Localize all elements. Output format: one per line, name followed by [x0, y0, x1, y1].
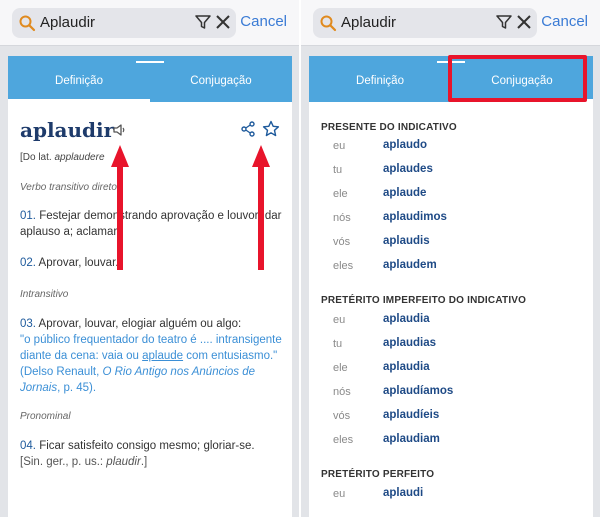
search-query: Aplaudir	[40, 14, 96, 31]
conjugation-row: eles aplaudiam	[309, 432, 593, 452]
search-icon	[320, 15, 337, 32]
pronoun: tu	[333, 164, 343, 176]
filter-icon[interactable]	[195, 14, 211, 30]
verb-form[interactable]: aplaudes	[383, 163, 433, 175]
sense-text: Festejar demonstrando aprovação e louvor…	[20, 210, 282, 238]
verb-form[interactable]: aplaudíamos	[383, 385, 453, 397]
conjugation-row: tu aplaudes	[309, 162, 593, 182]
share-icon[interactable]	[240, 121, 256, 137]
pronoun: eu	[333, 314, 346, 326]
synonym-word: plaudir	[106, 456, 141, 468]
cancel-button[interactable]: Cancel	[541, 13, 588, 30]
verb-form[interactable]: aplaudis	[383, 235, 430, 247]
annotation-arrow	[111, 145, 129, 270]
conjugation-row: ele aplaudia	[309, 360, 593, 380]
grammar-category: Intransitivo	[20, 289, 69, 300]
grammar-category: Verbo transitivo direto	[20, 182, 117, 193]
pronoun: ele	[333, 362, 348, 374]
conjugation-card: Definição Conjugação PRESENTE DO INDICAT…	[309, 56, 593, 517]
pronoun: nós	[333, 386, 351, 398]
sense-text: Aprovar, louvar, elogiar alguém ou algo:	[36, 318, 242, 330]
conjugation-row: nós aplaudíamos	[309, 384, 593, 404]
verb-form[interactable]: aplaudem	[383, 259, 437, 271]
star-icon[interactable]	[262, 120, 280, 138]
conjugation-row: nós aplaudimos	[309, 210, 593, 230]
verb-form[interactable]: aplaudíeis	[383, 409, 439, 421]
search-query: Aplaudir	[341, 14, 397, 31]
verb-form[interactable]: aplaudimos	[383, 211, 447, 223]
sense-number: 03.	[20, 318, 36, 330]
close-icon[interactable]	[516, 14, 532, 30]
conjugation-row: tu aplaudias	[309, 336, 593, 356]
definition-screen: Aplaudir Cancel Definição Conjugação apl…	[0, 0, 299, 517]
etymology: [Do lat. applaudere	[20, 152, 105, 163]
usage-quote: "o público frequentador do teatro é ....…	[20, 334, 282, 394]
highlight-box	[448, 55, 587, 102]
headword: aplaudir	[20, 118, 115, 142]
pronoun: eles	[333, 434, 354, 446]
search-input[interactable]: Aplaudir	[12, 8, 236, 38]
tense-heading: PRETÉRITO PERFEITO	[321, 469, 435, 480]
etymology-word: applaudere	[54, 152, 105, 163]
sense-text: Aprovar, louvar.	[36, 257, 119, 269]
verb-form[interactable]: aplaudi	[383, 487, 423, 499]
conjugation-row: vós aplaudíeis	[309, 408, 593, 428]
close-icon[interactable]	[215, 14, 231, 30]
sense-number: 04.	[20, 440, 36, 452]
conjugation-row: eu aplaudi	[309, 486, 593, 506]
pronoun: eles	[333, 260, 354, 272]
sense-3: 03. Aprovar, louvar, elogiar alguém ou a…	[20, 316, 286, 396]
speaker-icon[interactable]	[112, 122, 128, 138]
sense-text: Ficar satisfeito consigo mesmo; gloriar-…	[36, 440, 255, 452]
sense-4: 04. Ficar satisfeito consigo mesmo; glor…	[20, 438, 286, 470]
tense-heading: PRETÉRITO IMPERFEITO DO INDICATIVO	[321, 295, 527, 306]
sense-number: 01.	[20, 210, 36, 222]
pronoun: eu	[333, 140, 346, 152]
tab-conjugacao[interactable]: Conjugação	[150, 56, 292, 102]
conjugation-row: eu aplaudia	[309, 312, 593, 332]
verb-form[interactable]: aplaudiam	[383, 433, 440, 445]
search-bar: Aplaudir Cancel	[301, 0, 600, 46]
sense-2: 02. Aprovar, louvar.	[20, 255, 286, 271]
search-icon	[19, 15, 36, 32]
pronoun: vós	[333, 236, 351, 248]
search-input[interactable]: Aplaudir	[313, 8, 537, 38]
synonym-note: [Sin. ger., p. us.: plaudir.]	[20, 456, 148, 468]
pronoun: nós	[333, 212, 351, 224]
conjugation-row: eu aplaudo	[309, 138, 593, 158]
grammar-category: Pronominal	[20, 411, 71, 422]
pronoun: ele	[333, 188, 348, 200]
verb-form[interactable]: aplaudias	[383, 337, 436, 349]
conjugation-row: eles aplaudem	[309, 258, 593, 278]
verb-form[interactable]: aplaudia	[383, 361, 430, 373]
tab-definicao[interactable]: Definição	[309, 56, 451, 102]
definition-card: Definição Conjugação aplaudir [Do lat. a…	[8, 56, 292, 517]
etymology-prefix: [Do lat.	[20, 152, 55, 163]
verb-form[interactable]: aplaude	[383, 187, 426, 199]
sense-1: 01. Festejar demonstrando aprovação e lo…	[20, 208, 286, 240]
tense-heading: PRESENTE DO INDICATIVO	[321, 122, 457, 133]
sense-number: 02.	[20, 257, 36, 269]
annotation-arrow	[252, 145, 270, 270]
quote-link[interactable]: aplaude	[142, 350, 183, 362]
conjugation-row: ele aplaude	[309, 186, 593, 206]
pronoun: eu	[333, 488, 346, 500]
pronoun: tu	[333, 338, 343, 350]
verb-form[interactable]: aplaudia	[383, 313, 430, 325]
pronoun: vós	[333, 410, 351, 422]
search-bar: Aplaudir Cancel	[0, 0, 299, 46]
tab-bar: Definição Conjugação	[8, 56, 292, 102]
conjugation-row: vós aplaudis	[309, 234, 593, 254]
verb-form[interactable]: aplaudo	[383, 139, 427, 151]
filter-icon[interactable]	[496, 14, 512, 30]
active-tab-indicator	[8, 99, 150, 102]
tab-definicao[interactable]: Definição	[8, 56, 150, 102]
cancel-button[interactable]: Cancel	[240, 13, 287, 30]
